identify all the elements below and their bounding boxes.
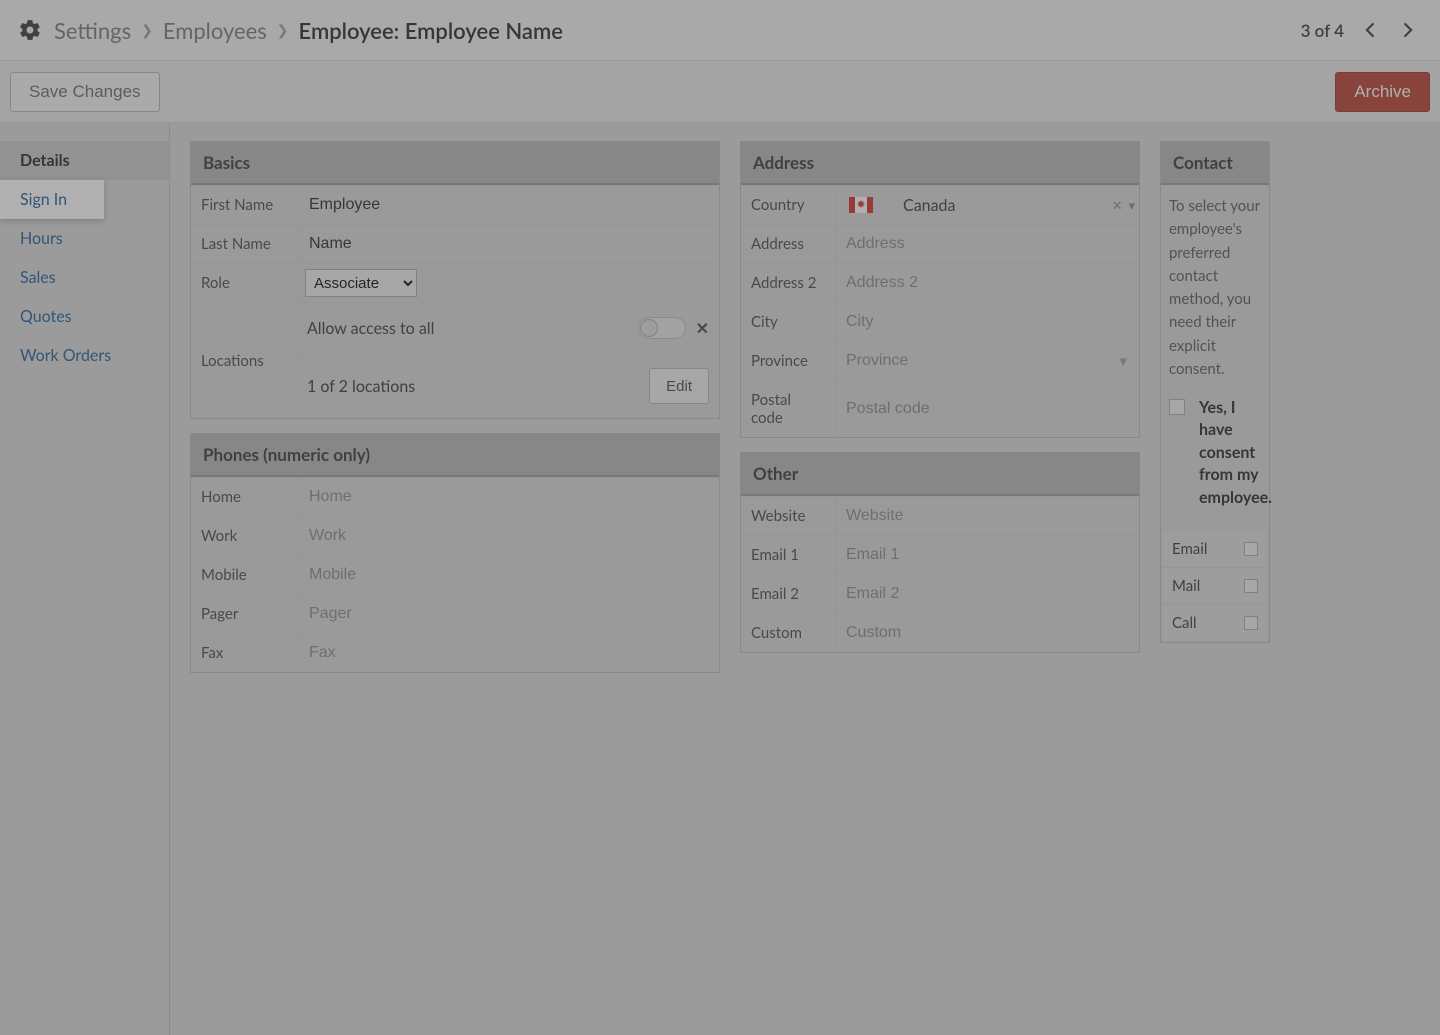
sidebar: Details Sign In Hours Sales Quotes Work … [0,123,170,1035]
city-input[interactable] [842,307,1133,337]
contact-method-call: Call [1161,605,1269,642]
website-input[interactable] [842,501,1133,531]
province-select[interactable] [842,346,1119,376]
contact-description: To select your employee's preferred cont… [1169,195,1261,381]
postal-input[interactable] [842,394,1133,424]
sidebar-item-signin[interactable]: Sign In [0,180,104,219]
phone-fax-label: Fax [191,634,298,672]
breadcrumb-current: Employee: Employee Name [299,17,563,44]
clear-icon[interactable]: ✕ [1112,197,1123,214]
locations-summary: 1 of 2 locations [307,377,649,396]
basics-heading: Basics [191,142,719,185]
phone-mobile-input[interactable] [305,560,713,590]
address2-label: Address 2 [741,264,835,302]
action-bar: Save Changes Archive [0,61,1440,123]
other-panel: Other Website Email 1 Email 2 Custom [740,452,1140,653]
email-checkbox[interactable] [1244,542,1258,556]
country-value: Canada [886,188,1112,222]
phone-pager-label: Pager [191,595,298,633]
pager-text: 3 of 4 [1301,20,1344,41]
chevron-down-icon[interactable]: ▾ [1128,197,1135,214]
email1-input[interactable] [842,540,1133,570]
sidebar-item-work-orders[interactable]: Work Orders [0,336,169,375]
city-label: City [741,303,835,341]
first-name-input[interactable] [305,190,713,220]
consent-checkbox[interactable] [1169,399,1185,415]
role-select[interactable]: Associate [305,269,417,297]
province-label: Province [741,342,835,380]
chevron-down-icon: ▾ [1119,352,1127,370]
phone-home-label: Home [191,478,298,516]
last-name-label: Last Name [191,225,298,263]
sidebar-item-sales[interactable]: Sales [0,258,169,297]
allow-access-label: Allow access to all [307,319,638,338]
phone-fax-input[interactable] [305,638,713,668]
sidebar-item-hours[interactable]: Hours [0,219,169,258]
canada-flag-icon [846,195,876,215]
save-button[interactable]: Save Changes [10,72,160,112]
role-label: Role [191,264,298,302]
topbar: Settings ❯ Employees ❯ Employee: Employe… [0,0,1440,61]
phone-work-input[interactable] [305,521,713,551]
chevron-right-icon: ❯ [141,21,153,39]
phone-home-input[interactable] [305,482,713,512]
breadcrumb-employees[interactable]: Employees [163,17,267,44]
custom-input[interactable] [842,618,1133,648]
phones-panel: Phones (numeric only) Home Work Mobile P… [190,433,720,673]
country-label: Country [741,186,835,224]
edit-locations-button[interactable]: Edit [649,368,709,404]
pager-prev-button[interactable] [1356,9,1386,51]
address-heading: Address [741,142,1139,185]
address-panel: Address Country Canada ✕ ▾ Address Addres… [740,141,1140,438]
website-label: Website [741,497,835,535]
locations-label: Locations [191,303,298,418]
consent-label: Yes, I have consent from my employee. [1199,397,1272,509]
phone-work-label: Work [191,517,298,555]
phone-mobile-label: Mobile [191,556,298,594]
email2-input[interactable] [842,579,1133,609]
other-heading: Other [741,453,1139,496]
chevron-right-icon: ❯ [277,21,289,39]
allow-access-toggle[interactable]: ··· [638,317,686,339]
sidebar-item-quotes[interactable]: Quotes [0,297,169,336]
breadcrumb-settings[interactable]: Settings [54,17,131,44]
contact-method-mail: Mail [1161,568,1269,605]
contact-panel: Contact To select your employee's prefer… [1160,141,1270,643]
contact-method-email: Email [1161,531,1269,568]
custom-label: Custom [741,614,835,652]
email2-label: Email 2 [741,575,835,613]
close-icon[interactable]: ✕ [696,319,709,338]
archive-button[interactable]: Archive [1335,72,1430,112]
sidebar-item-details[interactable]: Details [0,141,169,180]
gear-icon [18,18,42,42]
address-input[interactable] [842,229,1133,259]
postal-label: Postal code [741,381,835,437]
contact-heading: Contact [1161,142,1269,185]
basics-panel: Basics First Name Last Name Role Associa… [190,141,720,419]
last-name-input[interactable] [305,229,713,259]
pager-next-button[interactable] [1392,9,1422,51]
email1-label: Email 1 [741,536,835,574]
address-label: Address [741,225,835,263]
phone-pager-input[interactable] [305,599,713,629]
record-pager: 3 of 4 [1301,9,1422,51]
address2-input[interactable] [842,268,1133,298]
call-checkbox[interactable] [1244,616,1258,630]
phones-heading: Phones (numeric only) [191,434,719,477]
mail-checkbox[interactable] [1244,579,1258,593]
first-name-label: First Name [191,186,298,224]
country-select[interactable]: Canada ✕ ▾ [836,188,1139,222]
